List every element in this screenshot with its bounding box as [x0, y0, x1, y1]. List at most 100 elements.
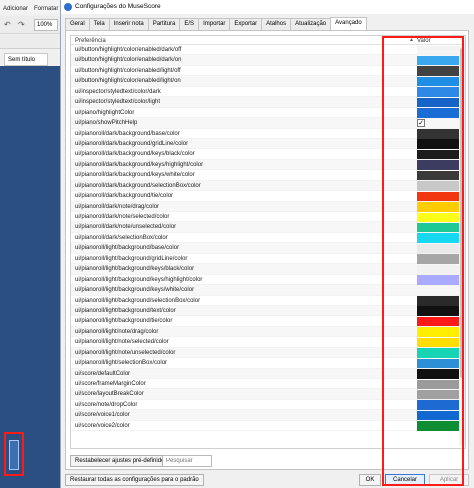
table-row[interactable]: ui/button/highlight/color/enabled/light/… — [71, 66, 465, 77]
color-swatch[interactable] — [417, 306, 465, 316]
tab-atalhos[interactable]: Atalhos — [261, 18, 292, 30]
apply-button[interactable]: Aplicar — [429, 474, 469, 486]
table-row[interactable]: ui/pianoroll/dark/note/unselected/color — [71, 222, 465, 233]
value-checkbox[interactable]: ✓ — [417, 119, 425, 128]
color-swatch[interactable] — [417, 76, 465, 87]
table-row[interactable]: ui/pianoroll/dark/note/drag/color — [71, 201, 465, 212]
color-swatch[interactable] — [417, 222, 465, 233]
color-swatch[interactable] — [417, 66, 465, 76]
color-swatch[interactable] — [417, 379, 465, 389]
table-row[interactable]: ui/pianoroll/dark/selectionBox/color — [71, 233, 465, 244]
score-tab[interactable]: Sem título — [4, 53, 48, 66]
redo-icon[interactable]: ↷ — [18, 20, 25, 29]
dialog-titlebar[interactable]: Configurações do MuseScore — [61, 0, 474, 14]
table-row[interactable]: ui/pianoroll/light/background/keys/white… — [71, 285, 465, 296]
table-row[interactable]: ui/pianoroll/dark/background/keys/white/… — [71, 170, 465, 181]
menu-formatar[interactable]: Formatar — [34, 6, 58, 12]
table-row[interactable]: ui/pianoroll/light/note/drag/color — [71, 326, 465, 338]
table-row[interactable]: ui/button/highlight/color/enabled/light/… — [71, 76, 465, 87]
color-swatch[interactable] — [417, 170, 465, 181]
color-swatch[interactable] — [417, 369, 465, 379]
table-row[interactable]: ui/pianoroll/dark/background/keys/black/… — [71, 149, 465, 160]
color-swatch[interactable] — [417, 389, 465, 400]
color-swatch[interactable] — [417, 181, 465, 191]
search-input[interactable] — [162, 455, 212, 467]
restore-defaults-button[interactable]: Restaurar todas as configurações para o … — [65, 474, 204, 486]
preferences-table[interactable]: Preferência ▲ Valor ui/button/highlight/… — [70, 35, 466, 449]
table-row[interactable]: ui/pianoroll/light/background/tie/color — [71, 316, 465, 327]
table-row[interactable]: ui/pianoroll/light/selectionBox/color — [71, 358, 465, 369]
color-swatch[interactable] — [417, 410, 465, 421]
tab-avancado[interactable]: Avançado — [330, 17, 367, 30]
menu-adicionar[interactable]: Adicionar — [3, 6, 28, 12]
table-row[interactable]: ui/score/voice1/color — [71, 410, 465, 421]
table-row[interactable]: ui/pianoroll/light/background/text/color — [71, 305, 465, 317]
color-swatch[interactable] — [417, 55, 465, 66]
color-swatch[interactable] — [417, 275, 465, 285]
table-row[interactable]: ui/score/frameMarginColor — [71, 379, 465, 390]
table-row[interactable]: ui/score/defaultColor — [71, 368, 465, 379]
color-swatch[interactable] — [417, 337, 465, 348]
table-row[interactable]: ui/pianoroll/light/note/selected/color — [71, 337, 465, 348]
color-swatch[interactable] — [417, 160, 465, 170]
color-swatch[interactable] — [417, 358, 465, 369]
tab-geral[interactable]: Geral — [65, 18, 90, 30]
color-swatch[interactable] — [417, 233, 465, 243]
tab-es[interactable]: E/S — [179, 18, 200, 30]
table-row[interactable]: ui/score/note/dropColor — [71, 400, 465, 411]
color-swatch[interactable] — [417, 45, 465, 55]
table-row[interactable]: ui/pianoroll/light/background/selectionB… — [71, 296, 465, 306]
table-row[interactable]: ui/pianoroll/dark/note/selected/color — [71, 212, 465, 223]
table-row[interactable]: ui/pianoroll/light/note/unselected/color — [71, 347, 465, 359]
tab-inserir-nota[interactable]: Inserir nota — [108, 18, 149, 30]
color-swatch[interactable] — [417, 139, 465, 149]
table-row[interactable]: ui/score/layoutBreakColor — [71, 389, 465, 400]
cancel-button[interactable]: Cancelar — [385, 474, 425, 486]
color-swatch[interactable] — [417, 212, 465, 222]
table-row[interactable]: ui/pianoroll/light/background/keys/highl… — [71, 275, 465, 286]
vertical-scrollbar[interactable] — [459, 46, 465, 446]
color-swatch[interactable] — [417, 400, 465, 410]
color-swatch[interactable] — [417, 87, 465, 97]
undo-icon[interactable]: ↶ — [4, 20, 11, 29]
tab-importar[interactable]: Importar — [198, 18, 231, 30]
table-row[interactable]: ui/pianoroll/dark/background/tie/color — [71, 191, 465, 202]
color-swatch[interactable] — [417, 129, 465, 139]
color-swatch[interactable] — [417, 149, 465, 160]
table-row[interactable]: ui/pianoroll/light/background/gridLine/c… — [71, 254, 465, 265]
color-swatch[interactable] — [417, 254, 465, 264]
color-swatch[interactable] — [417, 421, 465, 431]
table-row[interactable]: ui/inspector/styledtext/color/light — [71, 97, 465, 108]
color-swatch[interactable] — [417, 264, 465, 275]
table-row[interactable]: ui/pianoroll/dark/background/selectionBo… — [71, 180, 465, 192]
color-swatch[interactable] — [417, 202, 465, 212]
color-swatch[interactable] — [417, 285, 465, 296]
tab-tela[interactable]: Tela — [88, 18, 110, 30]
table-row[interactable]: ui/pianoroll/dark/background/keys/highli… — [71, 159, 465, 171]
color-swatch[interactable] — [417, 191, 465, 202]
column-header-preference[interactable]: Preferência — [75, 38, 106, 44]
color-swatch[interactable] — [417, 327, 465, 337]
column-header-value[interactable]: Valor — [417, 38, 431, 44]
tab-exportar[interactable]: Exportar — [229, 18, 263, 30]
tab-atualizacao[interactable]: Atualização — [290, 18, 332, 30]
reset-presets-button[interactable]: Restabelecer ajustes pré-definidos — [70, 455, 173, 467]
color-swatch[interactable] — [417, 243, 465, 254]
table-row[interactable]: ui/button/highlight/color/enabled/dark/o… — [71, 55, 465, 66]
table-row[interactable]: ui/inspector/styledtext/color/dark — [71, 87, 465, 98]
table-row[interactable]: ui/pianoroll/light/background/keys/black… — [71, 264, 465, 275]
score-canvas[interactable] — [0, 66, 60, 488]
table-row[interactable]: ui/pianoroll/dark/background/gridLine/co… — [71, 138, 465, 150]
table-row[interactable]: ui/piano/highlightColor — [71, 108, 465, 119]
table-row[interactable]: ui/pianoroll/light/background/base/color — [71, 243, 465, 254]
tab-partitura[interactable]: Partitura — [147, 18, 181, 30]
table-row[interactable]: ui/piano/showPitchHelp ✓ — [71, 118, 465, 129]
color-swatch[interactable] — [417, 316, 465, 327]
zoom-input[interactable]: 100% — [34, 19, 58, 31]
color-swatch[interactable] — [417, 348, 465, 358]
table-row[interactable]: ui/score/voice2/color — [71, 421, 465, 432]
ok-button[interactable]: OK — [359, 474, 381, 486]
color-swatch[interactable] — [417, 97, 465, 108]
color-swatch[interactable] — [417, 296, 465, 306]
table-row[interactable]: ui/pianoroll/dark/background/base/color — [71, 129, 465, 139]
